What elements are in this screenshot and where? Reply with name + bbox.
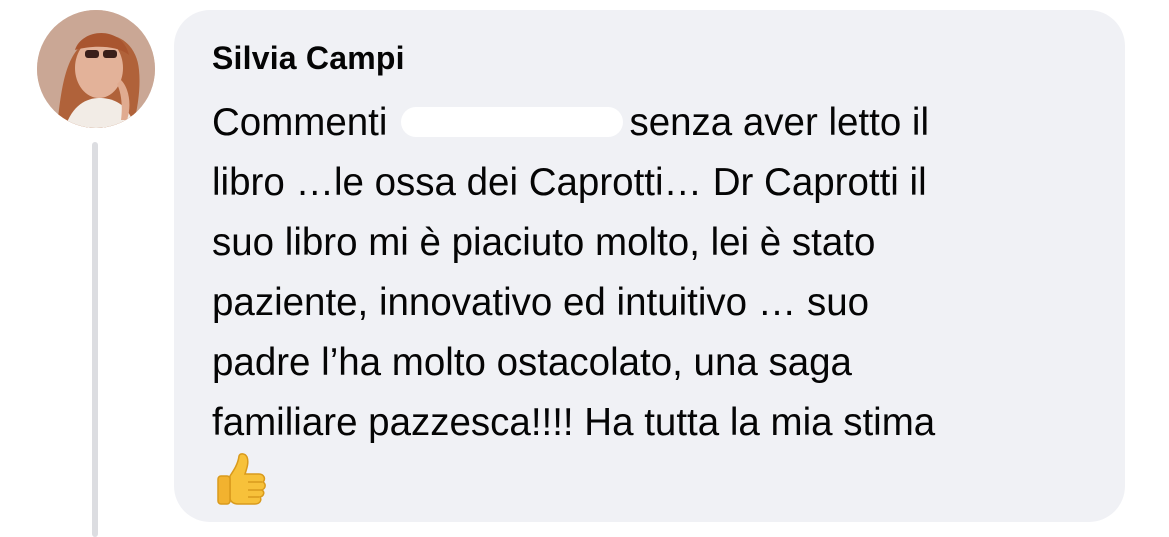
comment-author[interactable]: Silvia Campi [212, 40, 405, 77]
comment-line: padre l’ha molto ostacolato, una saga [212, 341, 852, 384]
comment-text: Commenti senza aver letto il libro …le os… [212, 93, 1112, 453]
thread-line [92, 142, 98, 537]
avatar[interactable] [37, 10, 155, 128]
comment-line: familiare pazzesca!!!! Ha tutta la mia s… [212, 401, 936, 444]
comment-bubble[interactable]: Silvia Campi Commenti senza aver letto il… [174, 10, 1125, 522]
comment-line: libro …le ossa dei Caprotti… Dr Caprotti… [212, 161, 927, 204]
comment-text-segment: senza aver letto il [629, 101, 930, 144]
comment-line: Commenti senza aver letto il [212, 93, 1112, 153]
comment-text-segment: Commenti [212, 101, 388, 144]
thumbs-up-icon [212, 452, 270, 510]
comment-line: paziente, innovativo ed intuitivo … suo [212, 281, 870, 324]
comment-line: suo libro mi è piaciuto molto, lei è sta… [212, 221, 876, 264]
redacted-mark [401, 107, 624, 137]
